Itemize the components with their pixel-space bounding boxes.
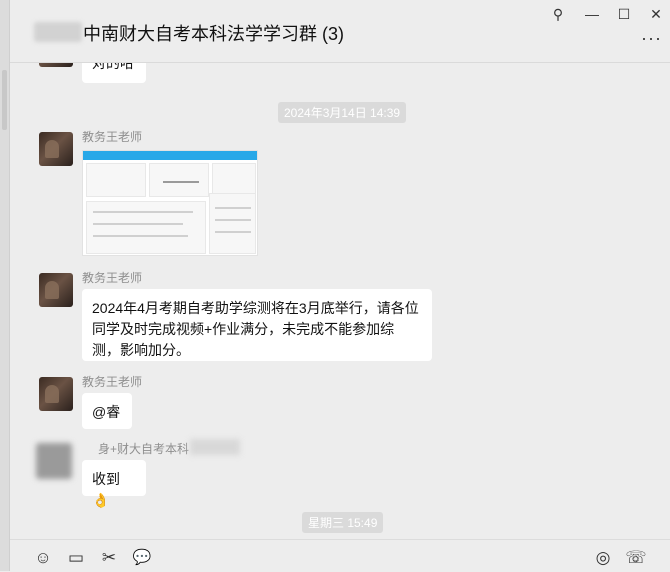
image-panel bbox=[212, 163, 256, 197]
voice-call-icon[interactable]: ☏ bbox=[625, 548, 647, 568]
sender-name: 教务王老师 bbox=[82, 375, 143, 389]
avatar[interactable] bbox=[39, 377, 73, 411]
image-panel bbox=[86, 201, 206, 254]
folder-icon[interactable]: ▭ bbox=[65, 548, 87, 568]
blurred-name-suffix bbox=[190, 439, 240, 455]
left-panel-edge bbox=[0, 0, 10, 571]
image-header-bar bbox=[83, 151, 257, 160]
sender-name: 教务王老师 bbox=[82, 271, 143, 285]
image-line bbox=[215, 231, 251, 233]
image-panel bbox=[209, 193, 256, 254]
avatar[interactable] bbox=[39, 63, 73, 67]
message-bubble[interactable]: 对的哈 bbox=[82, 63, 146, 83]
chat-header: 中南财大自考本科法学学习群 (3) ⚲ — ☐ ✕ ··· bbox=[10, 0, 670, 63]
image-line bbox=[215, 219, 251, 221]
message-bubble[interactable]: 收到👌 bbox=[82, 460, 146, 508]
maximize-icon[interactable]: ☐ bbox=[614, 6, 634, 23]
timestamp: 星期三 15:49 bbox=[302, 512, 384, 533]
more-icon[interactable]: ··· bbox=[641, 28, 662, 49]
timestamp: 2024年3月14日 14:39 bbox=[278, 102, 407, 123]
avatar[interactable] bbox=[36, 443, 72, 479]
image-panel bbox=[149, 163, 209, 197]
close-icon[interactable]: ✕ bbox=[646, 6, 666, 23]
minimize-icon[interactable]: — bbox=[582, 6, 602, 22]
image-line bbox=[93, 235, 188, 237]
image-line bbox=[163, 181, 199, 183]
image-panel bbox=[86, 163, 146, 197]
avatar[interactable] bbox=[39, 273, 73, 307]
pin-icon[interactable]: ⚲ bbox=[548, 6, 568, 23]
scrollbar[interactable] bbox=[2, 70, 7, 130]
chat-title: 中南财大自考本科法学学习群 (3) bbox=[83, 24, 344, 44]
sender-name: 身+财大自考本科 bbox=[98, 442, 190, 456]
message-list[interactable]: 对的哈 2024年3月14日 14:39 教务王老师 教务王老师 2024年4月… bbox=[10, 63, 670, 539]
image-line bbox=[93, 223, 183, 225]
image-message[interactable] bbox=[82, 150, 258, 256]
avatar[interactable] bbox=[39, 132, 73, 166]
emoji-icon[interactable]: ☺ bbox=[32, 548, 54, 568]
sender-name: 教务王老师 bbox=[82, 130, 143, 144]
image-line bbox=[215, 207, 251, 209]
message-bubble[interactable]: @睿 bbox=[82, 393, 132, 429]
input-toolbar: ☺ ▭ ✂ 💬 ◎ ☏ bbox=[10, 539, 670, 572]
blurred-title-prefix bbox=[34, 22, 82, 42]
scissors-icon[interactable]: ✂ bbox=[98, 548, 120, 568]
image-line bbox=[93, 211, 193, 213]
message-bubble[interactable]: 2024年4月考期自考助学综测将在3月底举行，请各位同学及时完成视频+作业满分，… bbox=[82, 289, 432, 361]
screen-share-icon[interactable]: ◎ bbox=[592, 548, 614, 568]
chat-history-icon[interactable]: 💬 bbox=[131, 548, 153, 568]
